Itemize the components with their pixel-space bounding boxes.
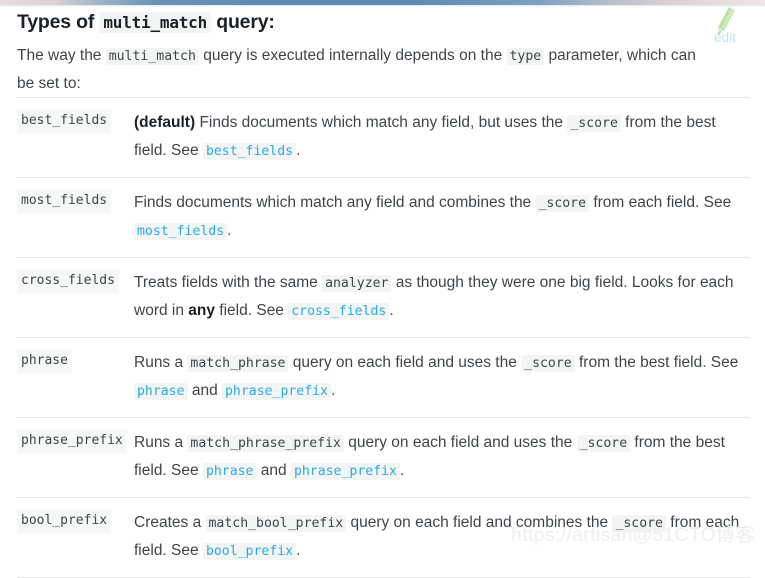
inline-code: match_phrase xyxy=(187,355,289,373)
type-description-cell: Runs a match_phrase query on each field … xyxy=(134,338,750,418)
table-row: cross_fields Treats fields with the same … xyxy=(17,258,750,338)
emphasis-text: (default) xyxy=(134,114,196,132)
inline-code: _score xyxy=(521,355,575,373)
page-title-prefix: Types of xyxy=(17,11,100,33)
type-term: bool_prefix xyxy=(17,509,112,534)
site-watermark: https://artisan@51CTO博客 xyxy=(511,525,755,546)
doc-content: Types of multi_match query: The way the … xyxy=(0,7,765,578)
type-term: phrase_prefix xyxy=(17,429,127,454)
body-text: from the best field. See xyxy=(574,354,739,372)
body-text: . xyxy=(296,542,301,560)
body-text: query on each field and uses the xyxy=(288,354,522,372)
body-text: . xyxy=(331,382,336,400)
page-title-code: multi_match xyxy=(99,12,212,33)
body-text: . xyxy=(227,222,232,240)
body-text: . xyxy=(389,302,394,320)
doc-link[interactable]: best_fields xyxy=(202,143,297,161)
table-row: most_fields Finds documents which match a… xyxy=(17,178,750,258)
type-description-cell: Treats fields with the same analyzer as … xyxy=(134,258,750,338)
page-title-suffix: query: xyxy=(211,11,275,33)
type-description-cell: Runs a match_phrase_prefix query on each… xyxy=(134,418,750,498)
intro-part-1: The way the xyxy=(17,47,106,65)
page-title: Types of multi_match query: xyxy=(0,7,765,34)
table-row: phrase Runs a match_phrase query on each … xyxy=(17,338,750,418)
inline-code: _score xyxy=(576,435,631,453)
intro-paragraph: The way the multi_match query is execute… xyxy=(0,34,765,97)
doc-link[interactable]: phrase xyxy=(134,383,188,401)
body-text: Finds documents which match any field an… xyxy=(134,194,536,212)
body-text: . xyxy=(399,462,405,480)
body-text: . xyxy=(296,142,301,160)
inline-code: _score xyxy=(567,115,621,133)
table-row: best_fields (default) Finds documents whi… xyxy=(17,97,750,178)
type-term-cell: phrase_prefix xyxy=(17,418,134,498)
body-text: Runs a xyxy=(134,354,188,372)
type-description-cell: (default) Finds documents which match an… xyxy=(134,98,750,178)
inline-code: match_bool_prefix xyxy=(205,515,347,533)
type-term-cell: best_fields xyxy=(17,98,134,178)
body-text: field. See xyxy=(215,302,289,320)
multi-match-types-table: best_fields (default) Finds documents whi… xyxy=(17,97,750,578)
type-term: cross_fields xyxy=(17,269,119,294)
emphasis-text: any xyxy=(188,302,215,320)
doc-link[interactable]: cross_fields xyxy=(288,303,390,321)
doc-link[interactable]: phrase_prefix xyxy=(290,463,400,481)
multi-match-types-body: best_fields (default) Finds documents whi… xyxy=(17,97,750,578)
type-term-cell: cross_fields xyxy=(17,258,134,338)
doc-link[interactable]: most_fields xyxy=(134,223,228,241)
table-row: phrase_prefix Runs a match_phrase_prefix … xyxy=(17,418,750,498)
body-text: Treats fields with the same xyxy=(134,274,323,292)
inline-code: match_phrase_prefix xyxy=(187,435,344,453)
type-term: most_fields xyxy=(17,189,112,214)
body-text: from each field. See xyxy=(589,194,732,212)
type-term: phrase xyxy=(17,349,72,374)
intro-code-multi-match: multi_match xyxy=(105,48,199,66)
edit-label: edit xyxy=(714,30,736,45)
body-text: Finds documents which match any field, b… xyxy=(195,114,568,132)
inline-code: analyzer xyxy=(322,275,392,293)
type-term: best_fields xyxy=(17,109,112,134)
doc-link[interactable]: bool_prefix xyxy=(202,543,297,561)
body-text: Runs a xyxy=(134,434,188,452)
intro-code-type: type xyxy=(506,48,545,66)
intro-part-2: query is executed internally depends on … xyxy=(198,47,507,65)
type-term-cell: most_fields xyxy=(17,178,134,258)
doc-link[interactable]: phrase xyxy=(202,463,257,481)
type-term-cell: bool_prefix xyxy=(17,498,134,578)
type-description-cell: Finds documents which match any field an… xyxy=(134,178,750,258)
type-term-cell: phrase xyxy=(17,338,134,418)
body-text: query on each field and uses the xyxy=(343,434,577,452)
body-text: Creates a xyxy=(134,514,206,532)
edit-button[interactable]: edit xyxy=(697,6,753,54)
body-text: and xyxy=(256,462,291,480)
doc-link[interactable]: phrase_prefix xyxy=(222,383,331,401)
body-text: and xyxy=(187,382,223,400)
inline-code: _score xyxy=(535,195,590,213)
